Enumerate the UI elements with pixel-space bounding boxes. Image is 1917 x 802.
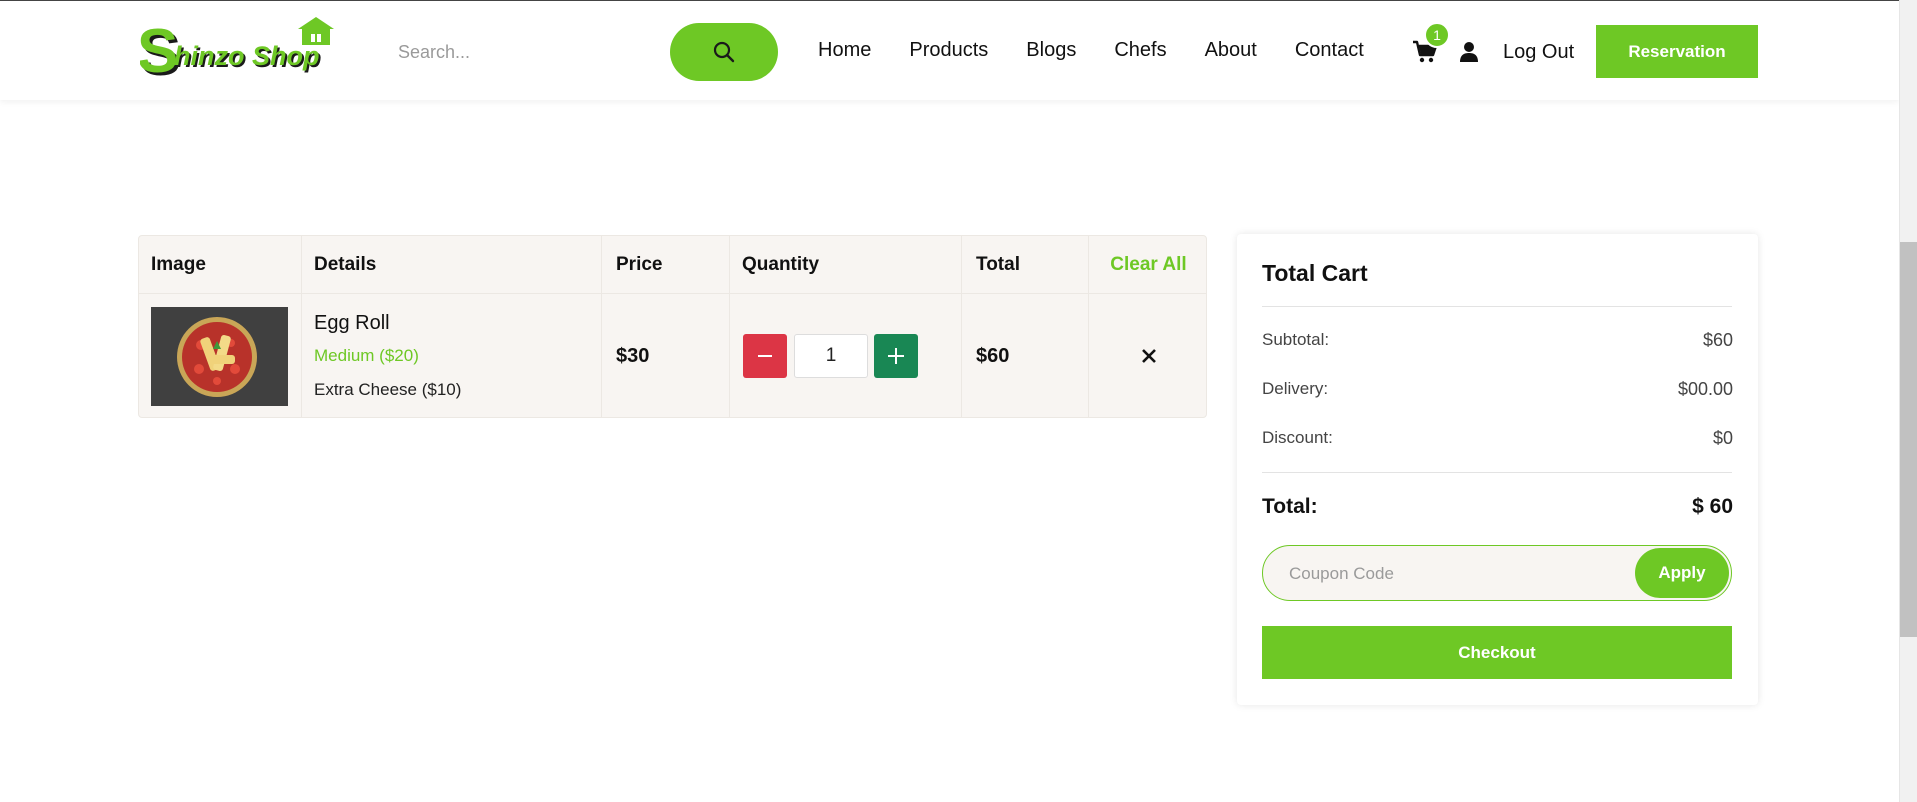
item-price: $30	[602, 294, 730, 418]
delivery-label: Delivery:	[1262, 379, 1329, 398]
nav-products[interactable]: Products	[909, 39, 988, 62]
clear-all-button[interactable]: Clear All	[1089, 236, 1208, 293]
summary-title: Total Cart	[1262, 260, 1368, 286]
discount-value: $0	[1712, 428, 1733, 448]
summary-divider	[1262, 306, 1732, 307]
apply-coupon-button[interactable]: Apply	[1635, 548, 1729, 598]
svg-text:S: S	[140, 17, 178, 83]
checkout-button[interactable]: Checkout	[1262, 626, 1732, 679]
discount-label: Discount:	[1262, 428, 1333, 447]
main-nav: Home Products Blogs Chefs About Contact	[818, 39, 1402, 62]
search-button[interactable]	[670, 23, 778, 81]
item-details-cell: Egg Roll Medium ($20) Extra Cheese ($10)	[302, 294, 602, 418]
subtotal-value: $60	[1702, 330, 1733, 350]
item-image-cell	[139, 294, 302, 418]
user-icon	[1460, 42, 1478, 62]
col-header-details: Details	[302, 236, 602, 293]
col-header-total: Total	[962, 236, 1089, 293]
nav-about[interactable]: About	[1205, 39, 1257, 62]
item-extra: Extra Cheese ($10)	[314, 380, 462, 399]
increase-quantity-button[interactable]	[874, 334, 918, 378]
nav-chefs[interactable]: Chefs	[1114, 39, 1166, 62]
user-account-button[interactable]	[1458, 41, 1480, 63]
coupon-code-input[interactable]	[1289, 561, 1619, 587]
nav-contact[interactable]: Contact	[1295, 39, 1364, 62]
scrollbar-thumb[interactable]	[1900, 242, 1917, 637]
cart-summary-panel: Total Cart Subtotal: $60 Delivery: $00.0…	[1237, 234, 1758, 705]
item-name: Egg Roll	[314, 312, 390, 334]
quantity-input[interactable]	[794, 334, 868, 378]
plus-icon	[888, 348, 904, 364]
item-remove-cell	[1089, 294, 1208, 418]
total-value: $ 60	[1692, 495, 1733, 518]
total-label: Total:	[1262, 495, 1318, 518]
reservation-button[interactable]: Reservation	[1596, 25, 1758, 78]
item-total: $60	[962, 294, 1089, 418]
remove-item-button[interactable]	[1089, 294, 1208, 418]
minus-icon	[758, 355, 772, 357]
svg-text:hinzo Shop: hinzo Shop	[174, 41, 319, 71]
subtotal-label: Subtotal:	[1262, 330, 1330, 349]
nav-blogs[interactable]: Blogs	[1026, 39, 1076, 62]
col-header-price: Price	[602, 236, 730, 293]
cart-count-badge: 1	[1424, 22, 1450, 48]
shinzo-shop-logo[interactable]: S S hinzo Shop hinzo Shop	[140, 15, 345, 83]
item-size: Medium ($20)	[314, 346, 419, 365]
cart-table: Image Details Price Quantity Total Clear…	[138, 235, 1207, 418]
close-icon	[1141, 349, 1156, 363]
logout-link[interactable]: Log Out	[1503, 41, 1574, 64]
coupon-form: Apply	[1262, 545, 1732, 601]
delivery-value: $00.00	[1677, 379, 1733, 399]
site-header: S S hinzo Shop hinzo Shop Home Products …	[0, 0, 1899, 100]
search-input[interactable]	[398, 35, 658, 69]
summary-divider	[1262, 472, 1732, 473]
decrease-quantity-button[interactable]	[743, 334, 787, 378]
col-header-image: Image	[139, 236, 302, 293]
egg-roll-image[interactable]	[151, 307, 288, 406]
col-header-quantity: Quantity	[730, 236, 962, 293]
nav-home[interactable]: Home	[818, 39, 871, 62]
search-icon	[713, 41, 735, 63]
item-quantity-cell	[730, 294, 962, 418]
